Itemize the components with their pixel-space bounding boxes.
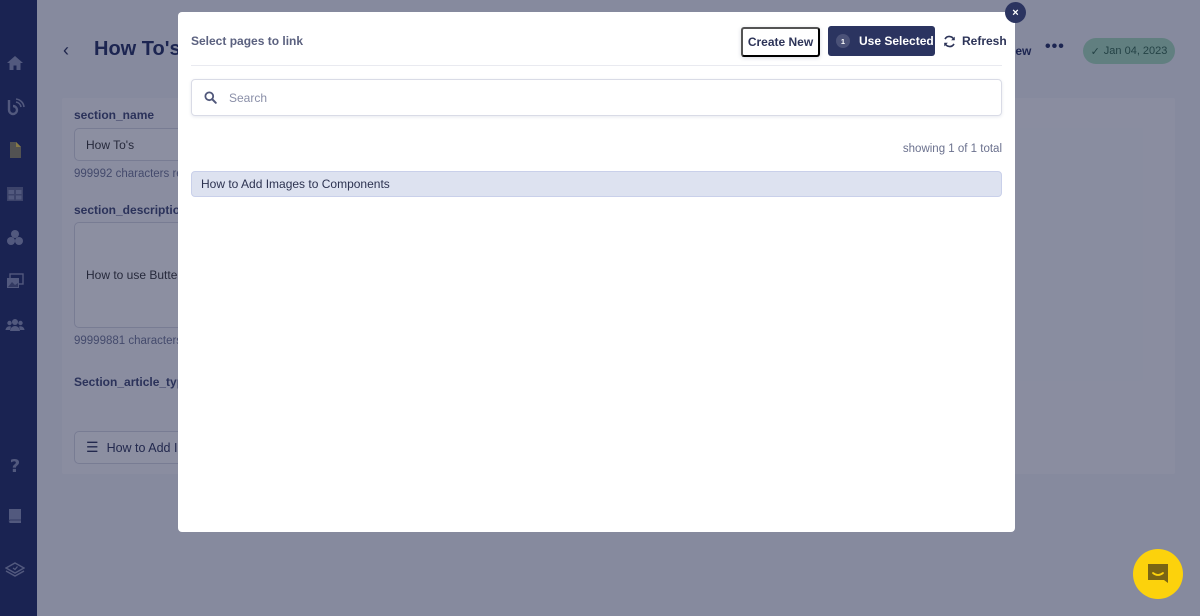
results-count: showing 1 of 1 total [902, 143, 1002, 155]
refresh-icon [944, 35, 955, 47]
search-input[interactable] [229, 90, 969, 105]
refresh-button[interactable]: Refresh [943, 30, 1007, 52]
result-row[interactable]: How to Add Images to Components [191, 171, 1002, 197]
use-selected-label: Use Selected [859, 34, 934, 48]
close-icon: × [1012, 6, 1019, 19]
close-modal-button[interactable]: × [1005, 2, 1026, 23]
use-selected-button[interactable]: 1 Use Selected [828, 26, 935, 56]
modal-divider [191, 65, 1002, 66]
select-pages-modal: Select pages to link Create New 1 Use Se… [178, 12, 1015, 532]
selected-count-badge: 1 [836, 34, 850, 48]
create-new-button[interactable]: Create New [741, 27, 820, 57]
search-field[interactable] [191, 79, 1002, 116]
result-title: How to Add Images to Components [201, 177, 390, 191]
modal-title: Select pages to link [191, 34, 304, 48]
refresh-label: Refresh [962, 34, 1007, 48]
search-icon [204, 91, 217, 104]
chat-icon [1148, 564, 1168, 583]
chat-support-button[interactable] [1133, 549, 1183, 599]
